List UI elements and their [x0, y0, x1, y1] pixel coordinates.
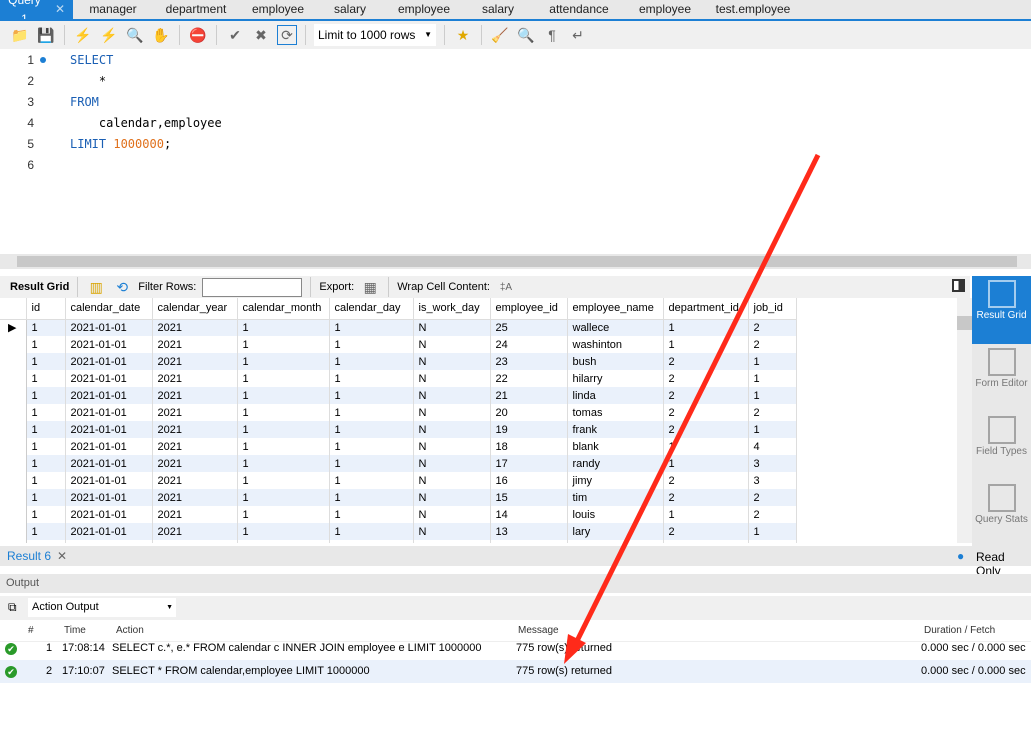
- arrow-head: [564, 634, 586, 664]
- annotation-arrow: [564, 153, 821, 664]
- arrow-shaft: [572, 153, 821, 647]
